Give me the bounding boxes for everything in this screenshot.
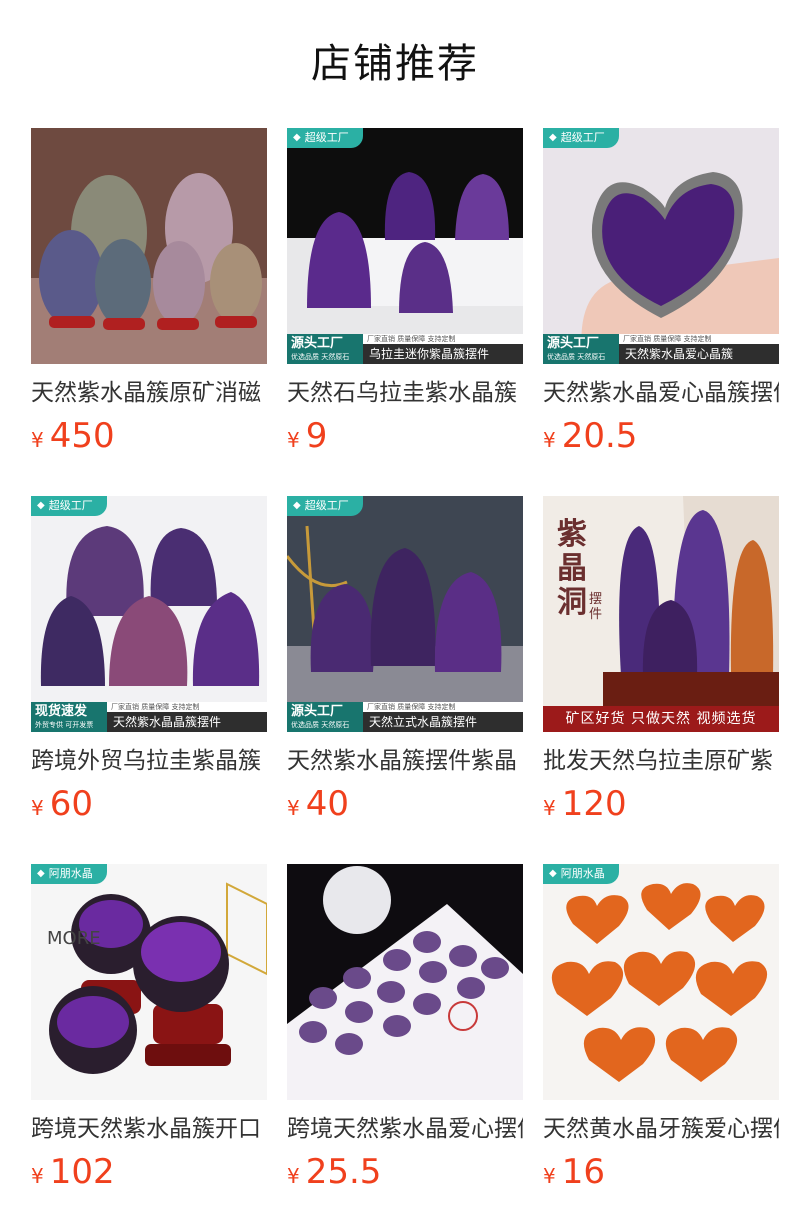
vertical-title: 紫晶洞: [557, 517, 587, 620]
currency-symbol: ¥: [543, 796, 556, 820]
product-card[interactable]: 紫晶洞 摆件 矿区好货 只做天然 视频选货 批发天然乌拉圭原矿紫 ¥120: [543, 496, 779, 830]
currency-symbol: ¥: [31, 796, 44, 820]
diamond-icon: ◆: [549, 868, 557, 879]
store-badge: ◆ 超级工厂: [287, 496, 363, 516]
product-name[interactable]: 天然石乌拉圭紫水晶簇: [287, 378, 523, 408]
store-badge: ◆ 超级工厂: [543, 128, 619, 148]
promo-banner: 源头工厂 优选品质 天然原石 厂家直销 质量保障 支持定制 乌拉圭迷你紫晶簇摆件: [287, 334, 523, 364]
product-card[interactable]: ◆ 超级工厂 源头工厂 优选品质 天然原石 厂家直销 质量保障 支持定制 天然紫水晶爱…: [543, 128, 779, 462]
product-name[interactable]: 批发天然乌拉圭原矿紫: [543, 746, 779, 776]
product-image[interactable]: ◆ 超级工厂 源头工厂 优选品质 天然原石 厂家直销 质量保障 支持定制 乌拉圭迷你紫…: [287, 128, 523, 364]
product-price: ¥25.5: [287, 1152, 523, 1198]
product-price: ¥60: [31, 784, 267, 830]
product-card[interactable]: ◆ 阿朋水晶 天然黄水晶牙簇爱心摆件 ¥16: [543, 864, 779, 1198]
diamond-icon: ◆: [37, 500, 45, 511]
product-image[interactable]: ◆ 超级工厂 源头工厂 优选品质 天然原石 厂家直销 质量保障 支持定制 天然紫水晶爱…: [543, 128, 779, 364]
amethyst-clusters-photo: [287, 128, 523, 364]
product-price: ¥20.5: [543, 416, 779, 462]
amethyst-spheres-photo: [31, 864, 267, 1100]
price-value: 25.5: [305, 1152, 382, 1192]
price-value: 120: [561, 784, 627, 824]
promo-bar: 矿区好货 只做天然 视频选货: [543, 706, 779, 732]
amethyst-clusters-photo: [31, 496, 267, 732]
currency-symbol: ¥: [31, 428, 44, 452]
product-name[interactable]: 天然紫水晶簇摆件紫晶: [287, 746, 523, 776]
product-image[interactable]: ◆ 超级工厂 源头工厂 优选品质 天然原石 厂家直销 质量保障 支持定制 天然立式水晶…: [287, 496, 523, 732]
diamond-icon: ◆: [293, 132, 301, 143]
price-value: 450: [49, 416, 115, 456]
product-name[interactable]: 天然紫水晶爱心晶簇摆件: [543, 378, 779, 408]
product-card[interactable]: ◆ 超级工厂 源头工厂 优选品质 天然原石 厂家直销 质量保障 支持定制 天然立式水晶…: [287, 496, 523, 830]
product-image[interactable]: [287, 864, 523, 1100]
vertical-subtitle: 摆件: [589, 592, 603, 622]
page-title: 店铺推荐: [311, 41, 479, 87]
amethyst-standing-photo: [287, 496, 523, 732]
promo-banner: 现货速发 外贸专供 可开发票 厂家直销 质量保障 支持定制 天然紫水晶晶簇摆件: [31, 702, 267, 732]
product-image[interactable]: 紫晶洞 摆件 矿区好货 只做天然 视频选货: [543, 496, 779, 732]
product-card[interactable]: ◆ 超级工厂 源头工厂 优选品质 天然原石 厂家直销 质量保障 支持定制 乌拉圭迷你紫…: [287, 128, 523, 462]
store-badge: ◆ 阿朋水晶: [31, 864, 107, 884]
product-price: ¥40: [287, 784, 523, 830]
product-name[interactable]: 天然黄水晶牙簇爱心摆件: [543, 1114, 779, 1144]
product-price: ¥450: [31, 416, 267, 462]
currency-symbol: ¥: [543, 428, 556, 452]
product-name[interactable]: 跨境天然紫水晶簇开口: [31, 1114, 267, 1144]
product-image[interactable]: ◆ 阿朋水晶: [543, 864, 779, 1100]
amethyst-hearts-photo: [287, 864, 523, 1100]
diamond-icon: ◆: [293, 500, 301, 511]
diamond-icon: ◆: [549, 132, 557, 143]
store-badge: ◆ 超级工厂: [31, 496, 107, 516]
product-price: ¥120: [543, 784, 779, 830]
amethyst-eggs-photo: [31, 128, 267, 364]
product-card[interactable]: MORE ◆阿朋水晶 跨境天然紫水晶簇开口 ¥102: [31, 864, 267, 1198]
currency-symbol: ¥: [543, 1164, 556, 1188]
product-card[interactable]: 天然紫水晶簇原矿消磁 ¥450: [31, 128, 267, 462]
product-name[interactable]: 跨境外贸乌拉圭紫晶簇: [31, 746, 267, 776]
store-badge: ◆ 阿朋水晶: [543, 864, 619, 884]
price-value: 16: [561, 1152, 605, 1192]
product-image[interactable]: [31, 128, 267, 364]
price-value: 20.5: [561, 416, 638, 456]
currency-symbol: ¥: [287, 428, 300, 452]
currency-symbol: ¥: [287, 796, 300, 820]
product-price: ¥16: [543, 1152, 779, 1198]
price-value: 40: [305, 784, 349, 824]
diamond-icon: ◆: [37, 868, 45, 879]
product-name[interactable]: 跨境天然紫水晶爱心摆件: [287, 1114, 523, 1144]
amethyst-heart-photo: [543, 128, 779, 364]
price-value: 60: [49, 784, 93, 824]
citrine-hearts-photo: [543, 864, 779, 1100]
side-text: MORE: [47, 928, 101, 950]
promo-banner: 源头工厂 优选品质 天然原石 厂家直销 质量保障 支持定制 天然立式水晶簇摆件: [287, 702, 523, 732]
product-price: ¥102: [31, 1152, 267, 1198]
product-card[interactable]: ◆ 超级工厂 现货速发 外贸专供 可开发票 厂家直销 质量保障 支持定制 天然紫水晶晶…: [31, 496, 267, 830]
product-card[interactable]: 跨境天然紫水晶爱心摆件 ¥25.5: [287, 864, 523, 1198]
price-value: 9: [305, 416, 328, 456]
price-value: 102: [49, 1152, 115, 1192]
currency-symbol: ¥: [31, 1164, 44, 1188]
product-price: ¥9: [287, 416, 523, 462]
product-image[interactable]: ◆ 超级工厂 现货速发 外贸专供 可开发票 厂家直销 质量保障 支持定制 天然紫水晶晶…: [31, 496, 267, 732]
promo-banner: 源头工厂 优选品质 天然原石 厂家直销 质量保障 支持定制 天然紫水晶爱心晶簇: [543, 334, 779, 364]
currency-symbol: ¥: [287, 1164, 300, 1188]
product-name[interactable]: 天然紫水晶簇原矿消磁: [31, 378, 267, 408]
product-image[interactable]: MORE ◆阿朋水晶: [31, 864, 267, 1100]
store-badge: ◆ 超级工厂: [287, 128, 363, 148]
